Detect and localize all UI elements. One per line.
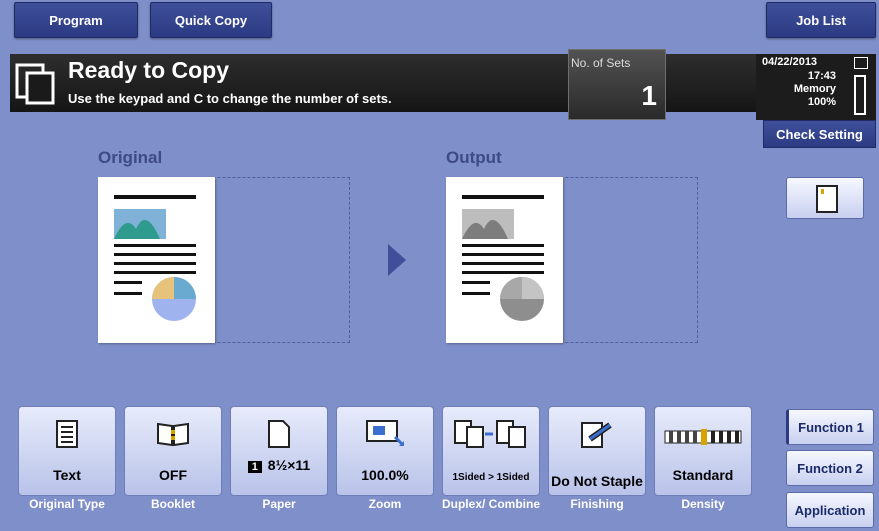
zoom-button[interactable]: 100.0% [336,406,434,496]
density-button[interactable]: Standard [654,406,752,496]
finishing-button[interactable]: Do Not Staple [548,406,646,496]
duplex-combine-button[interactable]: 1Sided > 1Sided [442,406,540,496]
duplex-value: 1Sided > 1Sided [452,472,530,483]
document-lines-icon [56,420,78,448]
function-1-button[interactable]: Function 1 [786,409,874,445]
duplex-caption: Duplex/ Combine [441,497,540,511]
original-type-caption: Original Type [29,497,105,511]
storage-icon [854,57,868,69]
output-preview-icon [462,195,544,321]
page-orientation-icon [816,185,838,213]
zoom-caption: Zoom [368,497,402,511]
output-label: Output [446,148,502,167]
paper-icon [268,420,290,448]
zoom-icon [366,420,405,447]
output-page [446,177,563,343]
function-2-button[interactable]: Function 2 [786,450,874,486]
date-text: 04/22/2013 [762,56,818,68]
booklet-button[interactable]: OFF [124,406,222,496]
application-button[interactable]: Application [786,492,874,528]
tab-program[interactable]: Program [14,2,138,38]
density-caption: Density [681,497,725,511]
device-info: 04/22/2013 17:43 Memory 100% [756,54,876,120]
number-of-sets: No. of Sets 1 [568,49,666,120]
status-subtitle: Use the keypad and C to change the numbe… [68,91,392,106]
paper-value: 1 8½×11 [231,457,327,473]
memory-gauge-icon [854,75,866,115]
sets-value: 1 [641,80,657,111]
finishing-value: Do Not Staple [551,473,643,489]
original-page [98,177,215,343]
booklet-caption: Booklet [150,497,195,511]
original-type-value: Text [53,467,81,483]
memory-label: Memory [793,83,836,95]
zoom-value: 100.0% [361,467,409,483]
density-icon [664,429,742,445]
sets-label: No. of Sets [571,56,631,70]
original-label: Original [98,148,163,167]
tab-quick-copy[interactable]: Quick Copy [150,2,272,38]
paper-tray-badge: 1 [247,461,262,473]
paper-size-text: 8½×11 [267,457,311,473]
memory-percent: 100% [807,96,836,108]
duplex-icon [454,420,526,448]
booklet-icon [157,422,189,447]
tab-job-list[interactable]: Job List [766,2,876,38]
staple-icon [581,422,612,448]
status-title: Ready to Copy [68,57,230,83]
time-text: 17:43 [807,70,836,82]
original-preview-icon [114,195,196,321]
copy-icon [15,63,55,105]
check-setting-button[interactable]: Check Setting [763,120,876,148]
orientation-button[interactable] [786,177,864,219]
finishing-caption: Finishing [570,497,624,511]
paper-button[interactable]: 1 8½×11 [230,406,328,496]
arrow-right-icon [388,244,406,276]
original-type-button[interactable]: Text [18,406,116,496]
booklet-value: OFF [159,467,187,483]
paper-caption: Paper [262,497,296,511]
density-value: Standard [672,467,734,483]
